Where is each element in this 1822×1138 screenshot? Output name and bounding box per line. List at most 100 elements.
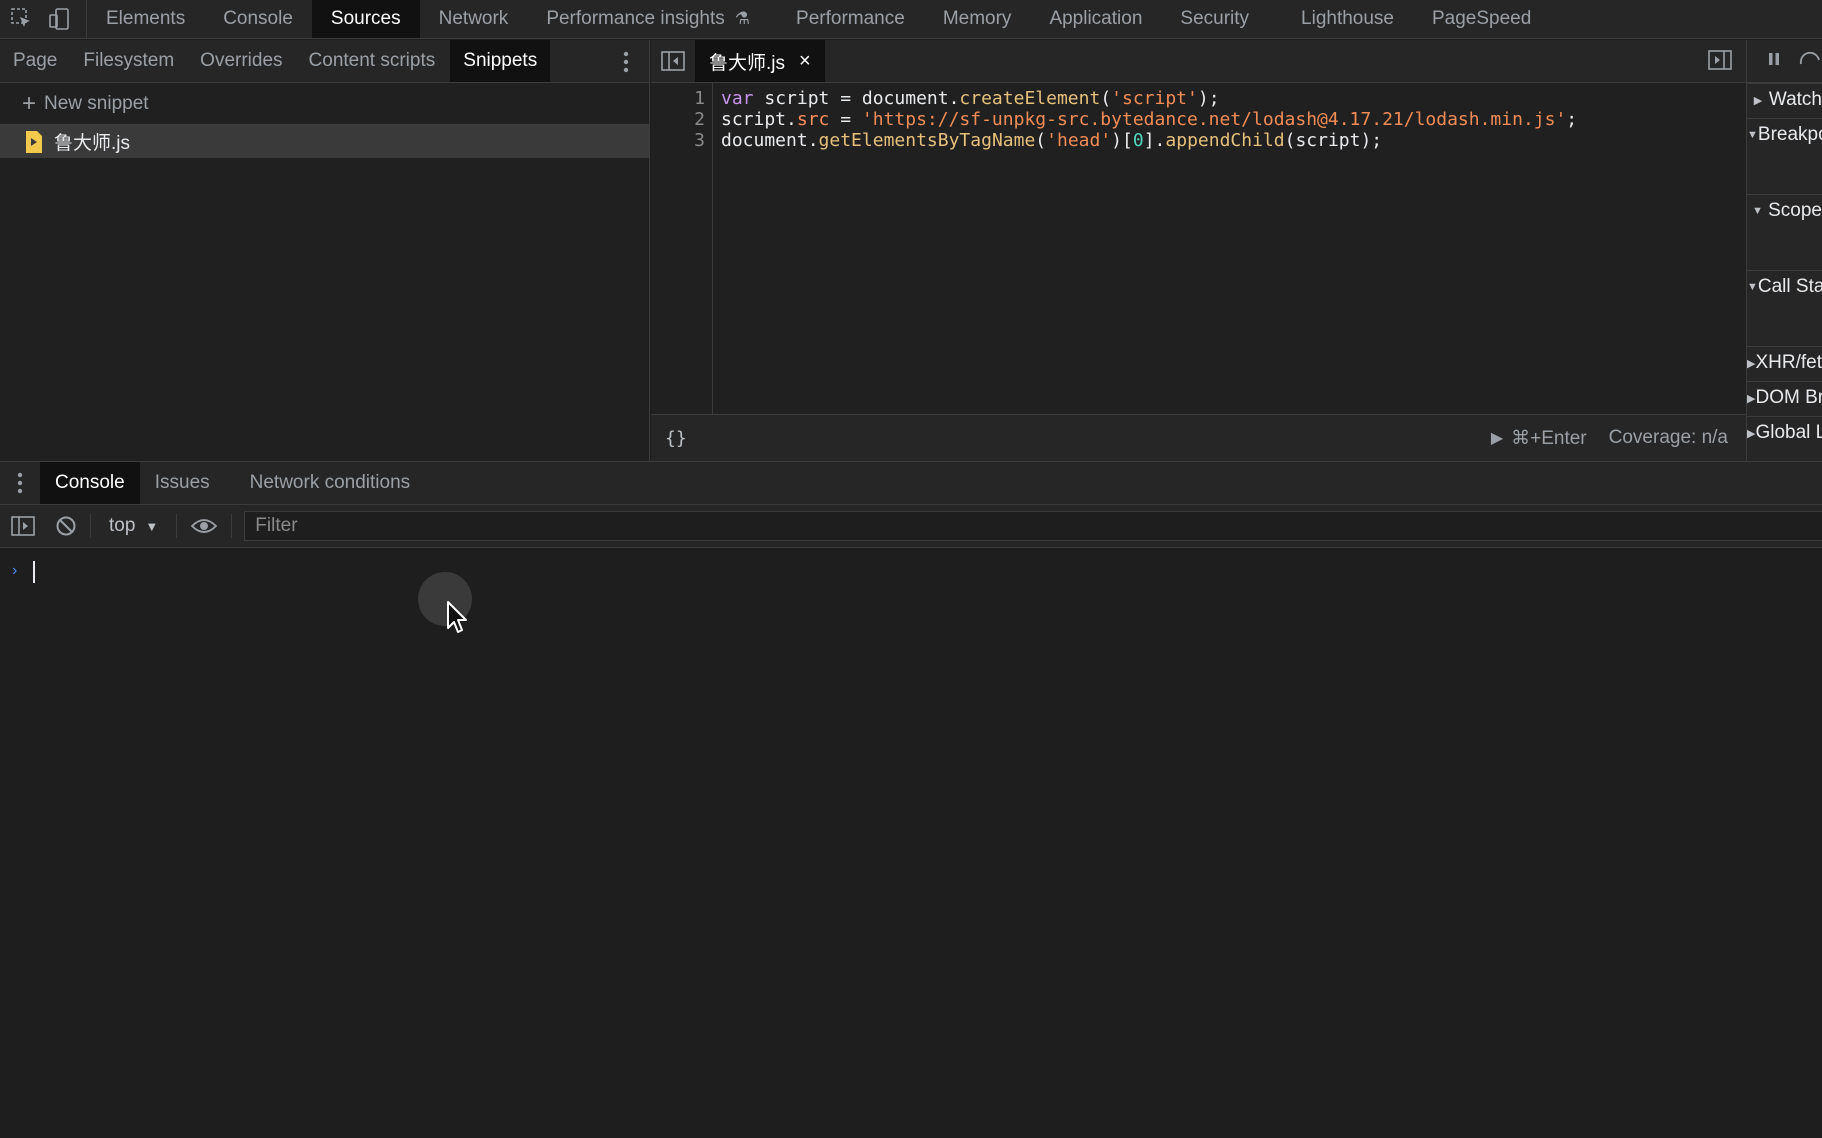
expand-triangle-icon: ▶ [1747, 427, 1756, 440]
editor-file-tab[interactable]: 鲁大师.js × [695, 40, 825, 82]
tab-elements[interactable]: Elements [87, 0, 204, 38]
code-token: ]. [1143, 130, 1166, 151]
tab-application[interactable]: Application [1030, 0, 1161, 38]
context-selector[interactable]: top ▼ [95, 515, 172, 537]
section-label: Watch [1768, 89, 1822, 110]
drawer-tab-issues[interactable]: Issues [140, 462, 225, 504]
context-label: top [109, 515, 136, 536]
toolbar-divider [90, 514, 91, 538]
debugger-toolbar [1747, 40, 1822, 83]
clear-console-icon[interactable] [46, 515, 86, 537]
code-token: script = document. [753, 88, 960, 109]
new-snippet-button[interactable]: + New snippet [0, 83, 649, 125]
tab-performance-insights[interactable]: Performance insights ⚗ [527, 0, 769, 38]
tab-lighthouse[interactable]: Lighthouse [1282, 0, 1413, 38]
watch-section[interactable]: ▶ Watch [1747, 83, 1822, 116]
code-token: ( [1100, 88, 1112, 109]
tab-label: PageSpeed [1432, 8, 1532, 29]
tab-label: Network conditions [249, 472, 411, 493]
code-token: = [829, 109, 862, 130]
drawer-menu-icon[interactable] [0, 472, 40, 494]
navigator-tab-snippets[interactable]: Snippets [450, 40, 551, 82]
tab-pagespeed[interactable]: PageSpeed [1413, 0, 1550, 38]
drawer-tab-console[interactable]: Console [40, 462, 140, 504]
navigator-tab-filesystem[interactable]: Filesystem [70, 40, 187, 82]
console-output[interactable]: › [0, 548, 1822, 1138]
tab-console[interactable]: Console [204, 0, 312, 38]
snippet-file-name: 鲁大师.js [54, 133, 131, 154]
editor-panel: 鲁大师.js × 1 2 3 var script = document.cre… [651, 40, 1746, 461]
code-token: script. [721, 109, 797, 130]
close-icon[interactable]: × [799, 50, 811, 73]
inspect-element-icon[interactable] [10, 7, 34, 31]
tab-label: Lighthouse [1301, 8, 1394, 29]
snippet-file-icon [26, 130, 42, 153]
code-editor[interactable]: 1 2 3 var script = document.createElemen… [651, 83, 1746, 414]
tab-performance[interactable]: Performance [777, 0, 924, 38]
function-token: appendChild [1165, 130, 1285, 151]
code-line: document.getElementsByTagName('head')[0]… [721, 130, 1382, 151]
navigator-panel: Page Filesystem Overrides Content script… [0, 40, 650, 461]
editor-status-bar: {} ▶ ⌘+Enter Coverage: n/a [651, 414, 1746, 461]
tab-label: Filesystem [83, 50, 175, 71]
call-stack-section[interactable]: ▼Call Stack [1747, 270, 1822, 303]
expand-triangle-icon: ▶ [1747, 392, 1756, 405]
debugger-sidebar: ▶Watch ▼Breakpoints ▼Scope ▼Call Stack ▶… [1746, 40, 1822, 461]
coverage-status: Coverage: n/a [1608, 427, 1728, 448]
device-toolbar-icon[interactable] [48, 7, 72, 31]
code-line: var script = document.createElement('scr… [721, 88, 1220, 109]
console-toolbar: top ▼ [0, 505, 1822, 548]
snippet-file-item[interactable]: 鲁大师.js [0, 125, 649, 158]
code-token: (script); [1284, 130, 1383, 151]
drawer-tab-bar: Console Issues Network conditions [0, 461, 1822, 505]
tab-label: Page [13, 50, 58, 71]
code-token: ); [1197, 88, 1220, 109]
section-label: Breakpoints [1757, 124, 1822, 145]
pause-icon[interactable] [1767, 50, 1781, 72]
show-sidebar-icon[interactable] [0, 516, 46, 536]
tab-sources[interactable]: Sources [311, 0, 420, 38]
navigator-tab-page[interactable]: Page [0, 40, 70, 82]
toggle-navigator-icon[interactable] [651, 40, 695, 82]
code-token: document. [721, 130, 819, 151]
keyword-token: var [721, 88, 754, 109]
tab-security[interactable]: Security [1161, 0, 1268, 38]
breakpoints-section[interactable]: ▼Breakpoints [1747, 118, 1822, 151]
tab-label: Sources [330, 8, 401, 29]
toggle-debugger-icon[interactable] [1708, 50, 1732, 76]
run-snippet-button[interactable]: ▶ ⌘+Enter [1491, 427, 1587, 450]
tab-memory[interactable]: Memory [924, 0, 1031, 38]
console-filter-input[interactable] [244, 511, 1822, 541]
code-line: script.src = 'https://sf-unpkg-src.byted… [721, 109, 1577, 130]
tab-label: Snippets [463, 50, 538, 71]
toolbar-divider [176, 514, 178, 538]
xhr-breakpoints-section[interactable]: ▶XHR/fetch Breakpoints [1747, 346, 1822, 379]
run-shortcut-label: ⌘+Enter [1511, 427, 1587, 449]
tab-network[interactable]: Network [420, 0, 528, 38]
chevron-down-icon: ▼ [145, 518, 159, 534]
scope-section[interactable]: ▼ Scope [1747, 194, 1822, 227]
drawer-tab-network-conditions[interactable]: Network conditions [235, 462, 426, 504]
navigator-tab-overrides[interactable]: Overrides [187, 40, 295, 82]
tab-label: Content scripts [308, 50, 436, 71]
tab-label: Console [55, 472, 125, 493]
code-token: ; [1566, 109, 1578, 130]
function-token: createElement [959, 88, 1101, 109]
collapse-triangle-icon: ▼ [1747, 281, 1758, 293]
tab-label: Memory [942, 8, 1012, 29]
global-listeners-section[interactable]: ▶Global Listeners [1747, 416, 1822, 449]
string-token: 'script' [1111, 88, 1198, 109]
live-expression-eye-icon[interactable] [181, 517, 227, 535]
plus-icon: + [22, 89, 37, 117]
tab-label: Performance insights [546, 8, 725, 29]
section-label: Scope [1768, 200, 1822, 221]
file-tab-label: 鲁大师.js [709, 52, 786, 74]
line-number: 2 [694, 109, 705, 130]
step-over-icon[interactable] [1799, 50, 1821, 72]
dom-breakpoints-section[interactable]: ▶DOM Breakpoints [1747, 381, 1822, 414]
line-number-gutter: 1 2 3 [651, 83, 713, 414]
pretty-print-button[interactable]: {} [665, 428, 687, 449]
more-options-icon[interactable] [623, 51, 629, 79]
navigator-tab-content-scripts[interactable]: Content scripts [296, 40, 449, 82]
section-label: Call Stack [1757, 276, 1822, 297]
